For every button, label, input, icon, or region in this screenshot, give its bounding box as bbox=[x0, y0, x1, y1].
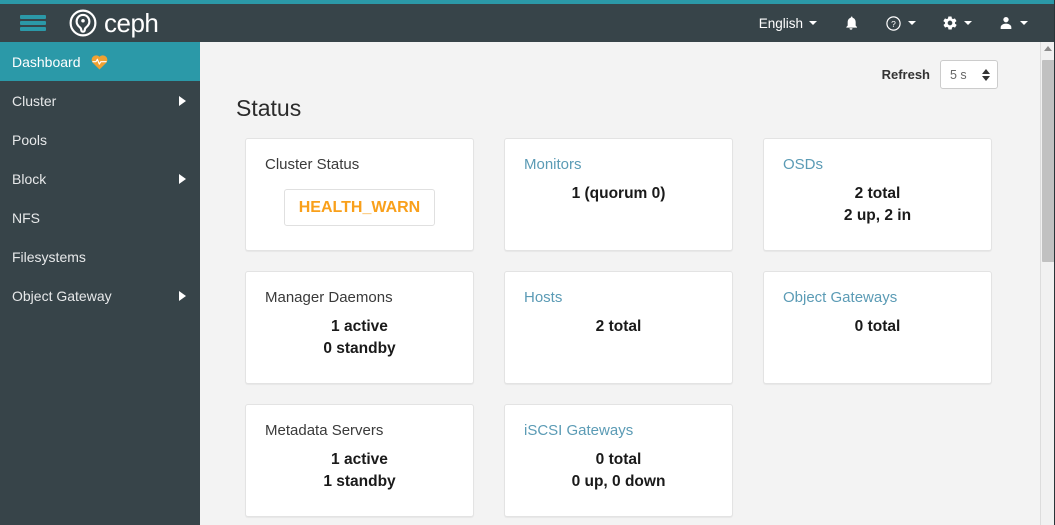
sidebar-item-label: Cluster bbox=[12, 92, 57, 109]
card-title: Manager Daemons bbox=[265, 289, 393, 306]
status-card-manager-daemons: Manager Daemons 1 active 0 standby bbox=[245, 271, 474, 384]
brand-name: ceph bbox=[104, 7, 159, 38]
status-card-monitors: Monitors 1 (quorum 0) bbox=[504, 138, 733, 251]
card-body: 1 (quorum 0) bbox=[524, 179, 713, 205]
sidebar-item-cluster[interactable]: Cluster bbox=[0, 81, 200, 120]
sidebar-item-block[interactable]: Block bbox=[0, 159, 200, 198]
help-menu[interactable]: ? bbox=[872, 4, 929, 42]
user-icon bbox=[998, 15, 1014, 31]
chevron-down-icon bbox=[964, 21, 972, 25]
hamburger-bar bbox=[20, 15, 46, 19]
ceph-dashboard-app: ceph English ? Dashboard Cluster Pools B… bbox=[0, 0, 1055, 525]
top-navbar: ceph English ? bbox=[0, 4, 1055, 42]
card-body: 1 active 1 standby bbox=[265, 445, 454, 494]
card-title-link[interactable]: OSDs bbox=[783, 156, 972, 173]
chevron-right-icon bbox=[179, 290, 186, 301]
sidebar-item-label: Dashboard bbox=[12, 53, 81, 70]
bell-icon bbox=[843, 15, 859, 31]
hamburger-menu-icon[interactable] bbox=[20, 13, 46, 33]
card-value-line: 0 total bbox=[854, 318, 901, 335]
card-value-line: 1 standby bbox=[323, 473, 396, 491]
card-value-line: 1 (quorum 0) bbox=[571, 185, 666, 202]
card-value-line: 1 active bbox=[331, 318, 388, 335]
chevron-right-icon bbox=[179, 173, 186, 184]
sidebar-item-label: Object Gateway bbox=[12, 287, 112, 304]
page-title: Status bbox=[236, 95, 302, 121]
gear-icon bbox=[942, 15, 958, 31]
card-title: Cluster Status bbox=[265, 156, 360, 173]
card-value-line: 2 total bbox=[854, 185, 901, 202]
sidebar-nav: Dashboard Cluster Pools Block NFS Filesy… bbox=[0, 42, 200, 525]
card-body: 1 active 0 standby bbox=[265, 312, 454, 361]
navbar-right-group: English ? bbox=[746, 4, 1055, 42]
sidebar-item-nfs[interactable]: NFS bbox=[0, 198, 200, 237]
sidebar-item-dashboard[interactable]: Dashboard bbox=[0, 42, 200, 81]
scroll-up-arrow-icon[interactable] bbox=[1044, 46, 1052, 51]
hamburger-bar bbox=[20, 27, 46, 31]
sidebar-item-label: Pools bbox=[12, 131, 48, 148]
brand-logo[interactable]: ceph bbox=[68, 7, 159, 39]
main-content: Refresh 5 s Status Cluster Status HEALTH… bbox=[200, 42, 1040, 525]
card-value-line: 0 standby bbox=[323, 340, 396, 358]
status-badge: HEALTH_WARN bbox=[283, 189, 436, 227]
status-card-osds: OSDs 2 total 2 up, 2 in bbox=[763, 138, 992, 251]
sidebar-item-label: Filesystems bbox=[12, 248, 86, 265]
page-scrollbar[interactable] bbox=[1040, 42, 1055, 525]
ceph-logo-icon bbox=[68, 8, 98, 38]
card-value-line: 2 total bbox=[595, 318, 642, 335]
status-card-cluster-status: Cluster Status HEALTH_WARN bbox=[245, 138, 474, 251]
card-body: 0 total bbox=[783, 312, 972, 338]
card-title-link[interactable]: iSCSI Gateways bbox=[524, 422, 713, 439]
status-card-hosts: Hosts 2 total bbox=[504, 271, 733, 384]
refresh-interval-select[interactable]: 5 s bbox=[940, 60, 998, 89]
settings-menu[interactable] bbox=[929, 4, 985, 42]
card-value-line: 1 active bbox=[331, 451, 388, 468]
card-body: 2 total 2 up, 2 in bbox=[783, 179, 972, 228]
status-card-metadata-servers: Metadata Servers 1 active 1 standby bbox=[245, 404, 474, 517]
svg-text:?: ? bbox=[891, 18, 896, 28]
user-menu[interactable] bbox=[985, 4, 1041, 42]
card-body: 0 total 0 up, 0 down bbox=[524, 445, 713, 494]
status-card-iscsi-gateways: iSCSI Gateways 0 total 0 up, 0 down bbox=[504, 404, 733, 517]
card-body: 2 total bbox=[524, 312, 713, 338]
hamburger-bar bbox=[20, 21, 46, 25]
language-selector[interactable]: English bbox=[746, 4, 830, 42]
card-title-link[interactable]: Object Gateways bbox=[783, 289, 972, 306]
grid-spacer bbox=[763, 404, 992, 517]
card-value-line: 0 total bbox=[595, 451, 642, 468]
status-card-object-gateways: Object Gateways 0 total bbox=[763, 271, 992, 384]
card-value-line: 2 up, 2 in bbox=[843, 207, 912, 225]
chevron-right-icon bbox=[179, 95, 186, 106]
refresh-interval-value: 5 s bbox=[950, 67, 967, 82]
language-label: English bbox=[758, 15, 803, 31]
heartbeat-icon bbox=[90, 53, 109, 70]
sidebar-item-filesystems[interactable]: Filesystems bbox=[0, 237, 200, 276]
status-card-grid: Cluster Status HEALTH_WARN Monitors 1 (q… bbox=[200, 122, 1040, 517]
card-body: HEALTH_WARN bbox=[265, 179, 454, 227]
stepper-icon bbox=[982, 68, 990, 81]
chevron-down-icon bbox=[1020, 21, 1028, 25]
refresh-label: Refresh bbox=[881, 67, 930, 82]
sidebar-item-pools[interactable]: Pools bbox=[0, 120, 200, 159]
sidebar-item-label: NFS bbox=[12, 209, 40, 226]
card-title-link[interactable]: Hosts bbox=[524, 289, 713, 306]
sidebar-item-label: Block bbox=[12, 170, 47, 187]
notifications-button[interactable] bbox=[830, 4, 872, 42]
sidebar-item-object-gateway[interactable]: Object Gateway bbox=[0, 276, 200, 315]
chevron-down-icon bbox=[809, 21, 817, 25]
card-title: Metadata Servers bbox=[265, 422, 384, 439]
question-circle-icon: ? bbox=[885, 15, 902, 32]
card-value-line: 0 up, 0 down bbox=[571, 473, 666, 491]
refresh-control-group: Refresh 5 s bbox=[200, 42, 1040, 89]
card-title-link[interactable]: Monitors bbox=[524, 156, 713, 173]
chevron-down-icon bbox=[908, 21, 916, 25]
